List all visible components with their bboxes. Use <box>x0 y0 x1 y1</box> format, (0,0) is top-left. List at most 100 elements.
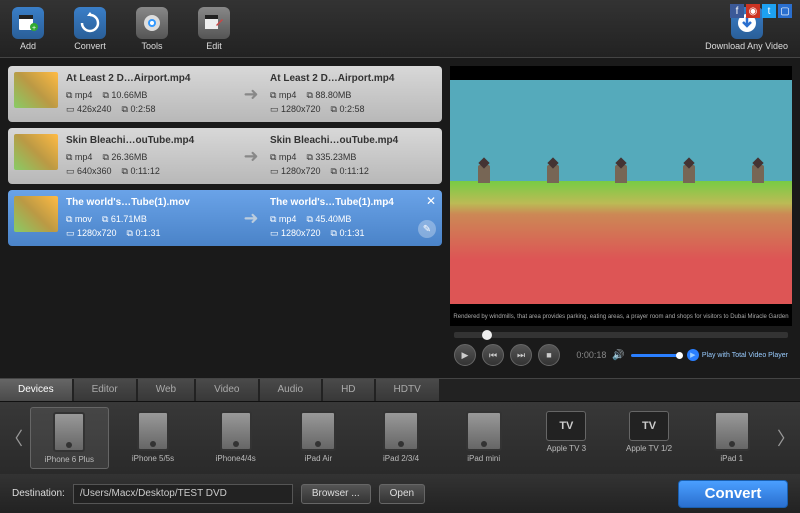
device-label: iPhone 5/5s <box>132 454 174 463</box>
facebook-icon[interactable]: f <box>730 4 744 18</box>
tools-button[interactable]: Tools <box>136 7 168 51</box>
video-caption: Rendered by windmills, that area provide… <box>450 312 792 322</box>
next-button[interactable]: ⏭ <box>510 344 532 366</box>
phone-icon <box>137 411 169 451</box>
destination-label: Destination: <box>12 488 65 499</box>
phone-icon <box>53 412 85 452</box>
src-resolution: ▭ 426x240 <box>66 102 112 116</box>
device-label: iPhone4/4s <box>216 454 256 463</box>
carousel-next[interactable]: 〉 <box>776 425 796 451</box>
src-duration: ⧉ 0:2:58 <box>122 102 156 116</box>
src-duration: ⧉ 0:1:31 <box>127 226 161 240</box>
player-controls: ▶ ⏮ ⏭ ■ 0:00:18 🔊 ▶ Play with Total Vide… <box>450 340 792 370</box>
seek-bar[interactable] <box>454 332 788 338</box>
tab-devices[interactable]: Devices <box>0 379 72 401</box>
dst-title: The world's…Tube(1).mp4 <box>270 196 436 210</box>
src-format: ⧉ mov <box>66 212 92 226</box>
time-display: 0:00:18 <box>576 350 606 360</box>
add-button[interactable]: + Add <box>12 7 44 51</box>
dst-resolution: ▭ 1280x720 <box>270 164 321 178</box>
src-size: ⧉ 26.36MB <box>102 150 147 164</box>
device-apple-tv-3[interactable]: TVApple TV 3 <box>528 407 605 469</box>
twitter-icon[interactable]: t <box>762 4 776 18</box>
play-button[interactable]: ▶ <box>454 344 476 366</box>
src-duration: ⧉ 0:11:12 <box>122 164 160 178</box>
open-button[interactable]: Open <box>379 484 425 504</box>
device-apple-tv-1-2[interactable]: TVApple TV 1/2 <box>611 407 688 469</box>
dst-duration: ⧉ 0:11:12 <box>331 164 369 178</box>
total-player-icon: ▶ <box>687 349 699 361</box>
convert-tool-button[interactable]: Convert <box>74 7 106 51</box>
gear-icon <box>136 7 168 39</box>
edit-row-icon[interactable]: ✎ <box>418 220 436 238</box>
device-iphone-5-5s[interactable]: iPhone 5/5s <box>115 407 192 469</box>
device-label: iPad mini <box>467 454 500 463</box>
carousel-prev[interactable]: 〈 <box>4 425 24 451</box>
convert-tool-label: Convert <box>74 41 106 51</box>
download-label: Download Any Video <box>705 41 788 51</box>
tab-hdtv[interactable]: HDTV <box>376 379 439 401</box>
dst-size: ⧉ 335.23MB <box>306 150 356 164</box>
tab-web[interactable]: Web <box>138 379 194 401</box>
file-row[interactable]: The world's…Tube(1).mov ⧉ mov⧉ 61.71MB ▭… <box>8 190 442 246</box>
browser-button[interactable]: Browser ... <box>301 484 371 504</box>
tv-icon: TV <box>629 411 669 441</box>
volume-icon[interactable]: 🔊 <box>612 350 624 361</box>
file-row[interactable]: At Least 2 D…Airport.mp4 ⧉ mp4⧉ 10.66MB … <box>8 66 442 122</box>
bottom-bar: Destination: Browser ... Open Convert <box>0 474 800 513</box>
tv-icon: TV <box>546 411 586 441</box>
file-list: At Least 2 D…Airport.mp4 ⧉ mp4⧉ 10.66MB … <box>0 58 450 378</box>
src-resolution: ▭ 1280x720 <box>66 226 117 240</box>
file-thumbnail <box>14 196 58 232</box>
device-carousel: 〈 iPhone 6 Plus iPhone 5/5s iPhone4/4s iPad… <box>0 402 800 474</box>
edit-button[interactable]: Edit <box>198 7 230 51</box>
play-with-total-link[interactable]: ▶ Play with Total Video Player <box>687 349 788 361</box>
device-iphone4-4s[interactable]: iPhone4/4s <box>197 407 274 469</box>
svg-text:+: + <box>32 25 36 32</box>
device-label: iPhone 6 Plus <box>45 455 94 464</box>
src-title: Skin Bleachi…ouTube.mp4 <box>66 134 232 148</box>
refresh-icon <box>74 7 106 39</box>
device-ipad-1[interactable]: iPad 1 <box>693 407 770 469</box>
destination-input[interactable] <box>73 484 293 504</box>
src-resolution: ▭ 640x360 <box>66 164 112 178</box>
device-ipad-air[interactable]: iPad Air <box>280 407 357 469</box>
tab-hd[interactable]: HD <box>323 379 373 401</box>
tablet-icon <box>383 411 419 451</box>
device-label: iPad 1 <box>720 454 743 463</box>
clapper-pencil-icon <box>198 7 230 39</box>
play-total-label: Play with Total Video Player <box>702 352 788 359</box>
convert-button[interactable]: Convert <box>678 480 788 508</box>
device-ipad-2-3-4[interactable]: iPad 2/3/4 <box>363 407 440 469</box>
file-thumbnail <box>14 134 58 170</box>
dst-duration: ⧉ 0:2:58 <box>331 102 365 116</box>
chat-icon[interactable]: ▢ <box>778 4 792 18</box>
arrow-icon: ➜ <box>238 196 264 240</box>
phone-icon <box>220 411 252 451</box>
dst-format: ⧉ mp4 <box>270 150 296 164</box>
clapper-plus-icon: + <box>12 7 44 39</box>
tablet-icon <box>466 411 502 451</box>
tab-video[interactable]: Video <box>196 379 257 401</box>
prev-button[interactable]: ⏮ <box>482 344 504 366</box>
src-format: ⧉ mp4 <box>66 150 92 164</box>
stop-button[interactable]: ■ <box>538 344 560 366</box>
instagram-icon[interactable]: ◉ <box>746 4 760 18</box>
arrow-icon: ➜ <box>238 72 264 116</box>
volume-slider[interactable] <box>631 354 681 357</box>
device-iphone-6-plus[interactable]: iPhone 6 Plus <box>30 407 109 469</box>
close-icon[interactable]: ✕ <box>426 194 436 208</box>
video-preview[interactable]: Rendered by windmills, that area provide… <box>450 66 792 326</box>
dst-duration: ⧉ 0:1:31 <box>331 226 365 240</box>
tablet-icon <box>714 411 750 451</box>
src-format: ⧉ mp4 <box>66 88 92 102</box>
device-ipad-mini[interactable]: iPad mini <box>445 407 522 469</box>
tab-editor[interactable]: Editor <box>74 379 136 401</box>
dst-resolution: ▭ 1280x720 <box>270 226 321 240</box>
tab-audio[interactable]: Audio <box>260 379 322 401</box>
dst-size: ⧉ 45.40MB <box>306 212 351 226</box>
file-row[interactable]: Skin Bleachi…ouTube.mp4 ⧉ mp4 ⧉ 26.36MB ▭… <box>8 128 442 184</box>
dst-title: At Least 2 D…Airport.mp4 <box>270 72 436 86</box>
dst-size: ⧉ 88.80MB <box>306 88 351 102</box>
tools-label: Tools <box>141 41 162 51</box>
